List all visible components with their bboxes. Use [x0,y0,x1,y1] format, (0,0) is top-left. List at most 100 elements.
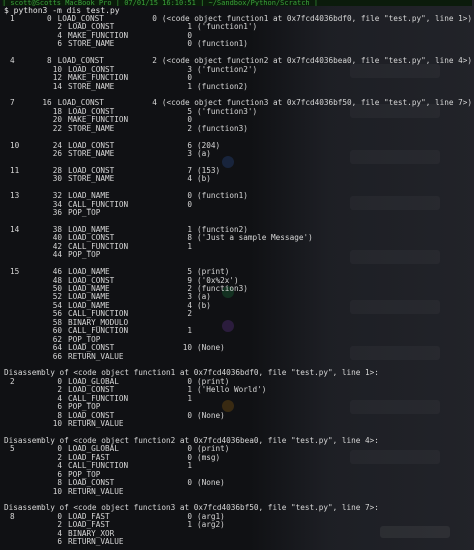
source-line-number [2,412,44,420]
source-line-number: 8 [10,511,15,521]
source-line-number [2,201,44,209]
instruction-row: 26 STORE_NAME 3 (a) [2,149,472,158]
bytecode-offset: 16 [42,98,52,108]
argument-value: (b) [197,174,211,184]
argument-value: ('function3') [197,106,258,116]
source-line-number [2,285,44,293]
opcode-argument: 1 [187,520,192,530]
source-line-number [2,403,44,411]
opcode-argument: 1 [187,81,192,91]
argument-value [192,538,197,546]
source-line-number [2,471,44,479]
opcode-name: STORE_NAME [68,174,115,184]
opcode-argument [174,538,192,546]
source-line-number [2,277,44,285]
opcode-argument [174,209,192,217]
opcode-name: STORE_NAME [68,123,115,133]
argument-value: (b) [197,300,211,310]
opcode-argument: 2 [187,123,192,133]
instruction-row: 36 POP_TOP [2,208,472,218]
instruction-row: 6 STORE_NAME 0 (function1) [2,39,472,49]
source-line-number [2,530,44,538]
argument-value: (None) [197,343,225,353]
source-line-number [2,310,44,318]
source-line-number: 2 [10,376,15,386]
bytecode-offset: 10 [52,486,62,496]
source-line-number [2,125,44,133]
opcode-name: STORE_NAME [68,149,115,158]
bytecode-offset: 8 [46,56,52,66]
bytecode-offset: 0 [46,14,52,23]
terminal-output: 1 0 LOAD_CONST 0 (<code object function1 at … [2,14,472,547]
argument-value: (arg2) [197,520,225,530]
source-line-number: 1 [10,14,15,23]
argument-value [192,201,197,209]
bytecode-offset: 14 [52,81,62,91]
argument-value: (function1) [197,39,248,49]
source-line-number [2,32,44,40]
source-line-number: 4 [10,56,15,66]
source-line-number: 11 [10,165,20,175]
source-line-number [2,386,44,394]
opcode-argument: 0 [187,478,192,488]
source-line-number [2,293,44,301]
source-line-number [2,66,44,74]
bytecode-offset: 10 [52,419,62,429]
source-line-number: 15 [10,267,20,277]
opcode-argument: 4 [152,98,157,108]
opcode-argument: 0 [187,410,192,420]
opcode-argument: 1 [187,241,192,251]
argument-value [192,243,197,251]
source-line-number: 10 [10,140,20,150]
source-line-number [2,251,44,259]
bytecode-offset: 66 [52,351,62,361]
argument-value [192,353,197,361]
source-line-number [2,479,44,487]
instruction-row: 22 STORE_NAME 2 (function3) [2,123,472,133]
bytecode-offset: 36 [52,208,62,218]
instruction-row: 66 RETURN_VALUE [2,351,472,361]
opcode-argument: 2 [152,56,157,66]
prompt-symbol: $ [4,6,9,15]
argument-value: ('Hello World') [197,385,267,395]
argument-value: (function2) [197,81,248,91]
argument-value [192,462,197,470]
source-line-number [2,23,44,31]
source-line-number [2,116,44,124]
opcode-argument: 0 [187,199,192,209]
terminal-window[interactable]: | scott@Scotts MacBook Pro | 07/01/15 16… [0,0,474,550]
bytecode-offset: 44 [52,250,62,260]
source-line-number [2,420,44,428]
argument-value [192,310,197,318]
argument-value [192,209,197,217]
argument-value: (a) [197,149,211,158]
instruction-row: 6 RETURN_VALUE [2,537,472,547]
argument-value [192,488,197,496]
source-line-number [2,538,44,546]
instruction-row: 14 STORE_NAME 1 (function2) [2,81,472,91]
source-line-number [2,521,44,529]
opcode-name: STORE_NAME [68,39,115,49]
opcode-argument: 2 [187,309,192,319]
argument-value [192,327,197,335]
opcode-argument: 0 [187,39,192,49]
source-line-number [2,462,44,470]
source-line-number [2,175,44,183]
argument-value [192,319,197,327]
source-line-number [2,234,44,242]
bytecode-offset: 6 [57,537,62,547]
source-line-number: 7 [10,98,15,108]
argument-value: ('function1') [197,22,258,32]
source-line-number [2,488,44,496]
source-line-number [2,395,44,403]
opcode-argument: 0 [152,14,157,23]
source-line-number [2,302,44,310]
opcode-argument: 3 [187,149,192,158]
source-line-number [2,74,44,82]
opcode-name: RETURN_VALUE [68,537,124,547]
opcode-argument [174,353,192,361]
source-line-number [2,209,44,217]
argument-value: ('function2') [197,64,258,74]
argument-value [192,530,197,538]
source-line-number [2,243,44,251]
